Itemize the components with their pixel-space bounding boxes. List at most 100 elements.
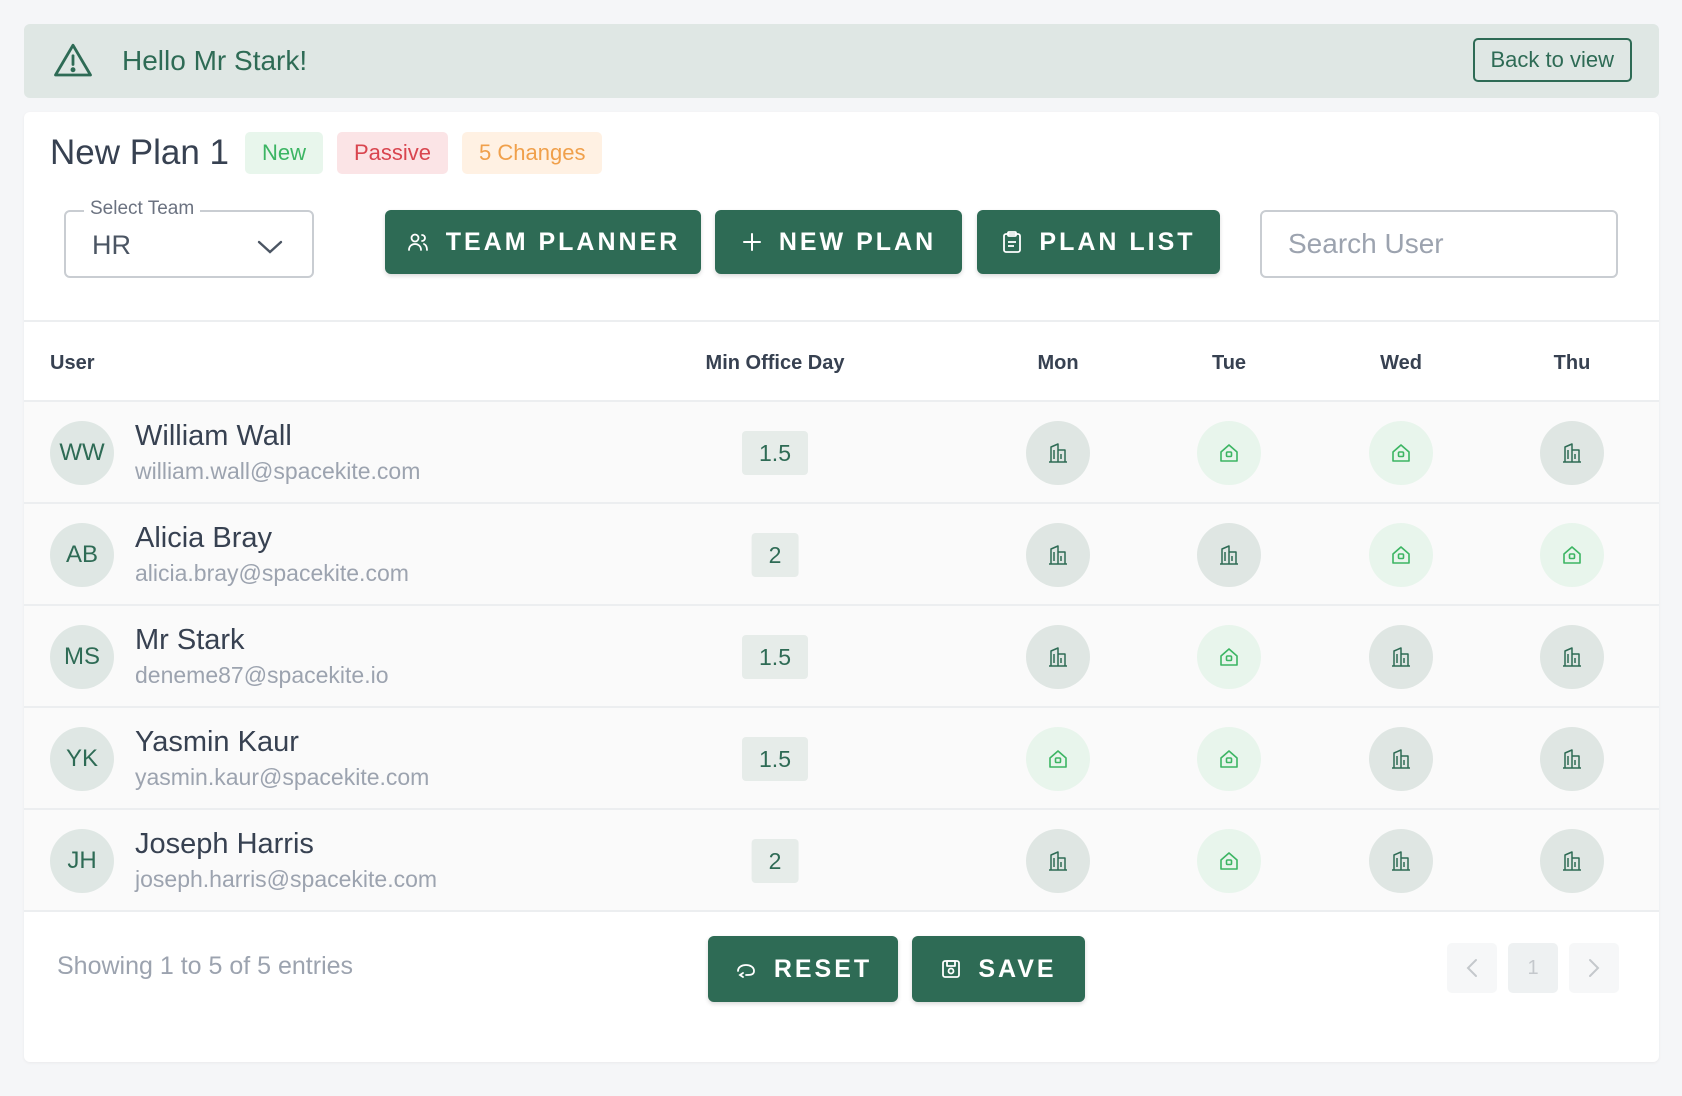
building-icon [1390,748,1412,770]
user-name: Yasmin Kaur [135,726,299,758]
clipboard-icon [1003,231,1022,253]
table-row: AB Alicia Bray alicia.bray@spacekite.com 2 [24,504,1659,606]
day-toggle-thu[interactable] [1540,829,1604,893]
min-office-day-value: 2 [751,839,799,883]
save-icon [942,960,961,978]
building-icon [1561,850,1583,872]
table-body: WW William Wall william.wall@spacekite.com… [24,402,1659,912]
avatar: YK [50,727,114,791]
table-row: WW William Wall william.wall@spacekite.com… [24,402,1659,504]
min-office-day-value: 1.5 [742,431,808,475]
user-name: Joseph Harris [135,828,314,860]
col-wed: Wed [1380,352,1422,374]
min-office-day-value: 2 [751,533,799,577]
new-plan-button[interactable]: NEW PLAN [715,210,962,274]
chevron-left-icon [1466,959,1477,977]
building-icon [1218,544,1240,566]
day-toggle-tue[interactable] [1197,727,1261,791]
plan-list-button[interactable]: PLAN LIST [977,210,1220,274]
building-icon [1047,850,1069,872]
col-min-office-day: Min Office Day [705,352,845,374]
reset-label: RESET [773,954,873,983]
home-icon [1390,544,1412,566]
reset-button[interactable]: RESET [708,936,898,1002]
day-toggle-mon[interactable] [1026,421,1090,485]
day-toggle-tue[interactable] [1197,523,1261,587]
col-thu: Thu [1553,352,1591,374]
home-icon [1047,748,1069,770]
reset-icon [736,964,755,978]
building-icon [1390,646,1412,668]
day-toggle-tue[interactable] [1197,625,1261,689]
user-name: William Wall [135,420,292,452]
avatar: JH [50,829,114,893]
table-header: User Min Office Day Mon Tue Wed Thu [24,322,1659,402]
building-icon [1561,748,1583,770]
day-toggle-wed[interactable] [1369,829,1433,893]
plus-icon [742,233,761,251]
col-user: User [50,352,95,374]
day-toggle-mon[interactable] [1026,523,1090,587]
new-plan-label: NEW PLAN [778,227,937,256]
building-icon [1390,850,1412,872]
col-mon: Mon [1037,352,1079,374]
greeting-text: Hello Mr Stark! [122,45,308,76]
team-planner-label: TEAM PLANNER [445,227,681,256]
avatar: MS [50,625,114,689]
table-row: MS Mr Stark deneme87@spacekite.io 1.5 [24,606,1659,708]
plan-list-label: PLAN LIST [1039,227,1196,256]
building-icon [1047,646,1069,668]
table-row: YK Yasmin Kaur yasmin.kaur@spacekite.com 1.… [24,708,1659,810]
day-toggle-tue[interactable] [1197,829,1261,893]
chevron-down-icon [257,240,283,254]
avatar: WW [50,421,114,485]
building-icon [1561,442,1583,464]
day-toggle-wed[interactable] [1369,523,1433,587]
day-toggle-wed[interactable] [1369,625,1433,689]
status-badge-passive: Passive [337,132,449,174]
team-select-value: HR [92,230,131,260]
search-user-input[interactable] [1260,210,1618,278]
home-icon [1218,850,1240,872]
team-select[interactable]: Select Team HR [64,198,314,278]
home-icon [1561,544,1583,566]
pagination-prev-button[interactable] [1447,943,1497,993]
day-toggle-mon[interactable] [1026,727,1090,791]
min-office-day-value: 1.5 [742,635,808,679]
pagination-page-1[interactable]: 1 [1508,943,1558,993]
status-badge-new: New [244,132,323,174]
day-toggle-wed[interactable] [1369,727,1433,791]
save-button[interactable]: SAVE [912,936,1085,1002]
day-toggle-mon[interactable] [1026,625,1090,689]
user-name: Alicia Bray [135,522,272,554]
day-toggle-thu[interactable] [1540,625,1604,689]
user-email: yasmin.kaur@spacekite.com [135,764,430,790]
day-toggle-mon[interactable] [1026,829,1090,893]
building-icon [1047,544,1069,566]
day-toggle-thu[interactable] [1540,523,1604,587]
min-office-day-value: 1.5 [742,737,808,781]
col-tue: Tue [1211,352,1247,374]
user-email: alicia.bray@spacekite.com [135,560,409,586]
building-icon [1561,646,1583,668]
day-toggle-tue[interactable] [1197,421,1261,485]
day-toggle-thu[interactable] [1540,421,1604,485]
changes-badge: 5 Changes [462,132,603,174]
save-label: SAVE [978,954,1057,983]
entries-info: Showing 1 to 5 of 5 entries [57,952,354,980]
plan-card: New Plan 1 New Passive 5 Changes Select … [24,112,1659,1062]
plan-header: New Plan 1 New Passive 5 Changes [50,132,616,174]
pagination-next-button[interactable] [1569,943,1619,993]
table-row: JH Joseph Harris joseph.harris@spacekite.c… [24,810,1659,912]
warning-icon [54,43,92,77]
back-to-view-button[interactable]: Back to view [1472,38,1632,82]
team-planner-button[interactable]: TEAM PLANNER [385,210,701,274]
page-title: New Plan 1 [50,133,229,172]
user-email: william.wall@spacekite.com [135,458,421,484]
user-email: deneme87@spacekite.io [135,662,389,688]
day-toggle-thu[interactable] [1540,727,1604,791]
chevron-right-icon [1589,959,1600,977]
avatar: AB [50,523,114,587]
greeting-alert: Hello Mr Stark! Back to view [24,24,1659,98]
day-toggle-wed[interactable] [1369,421,1433,485]
